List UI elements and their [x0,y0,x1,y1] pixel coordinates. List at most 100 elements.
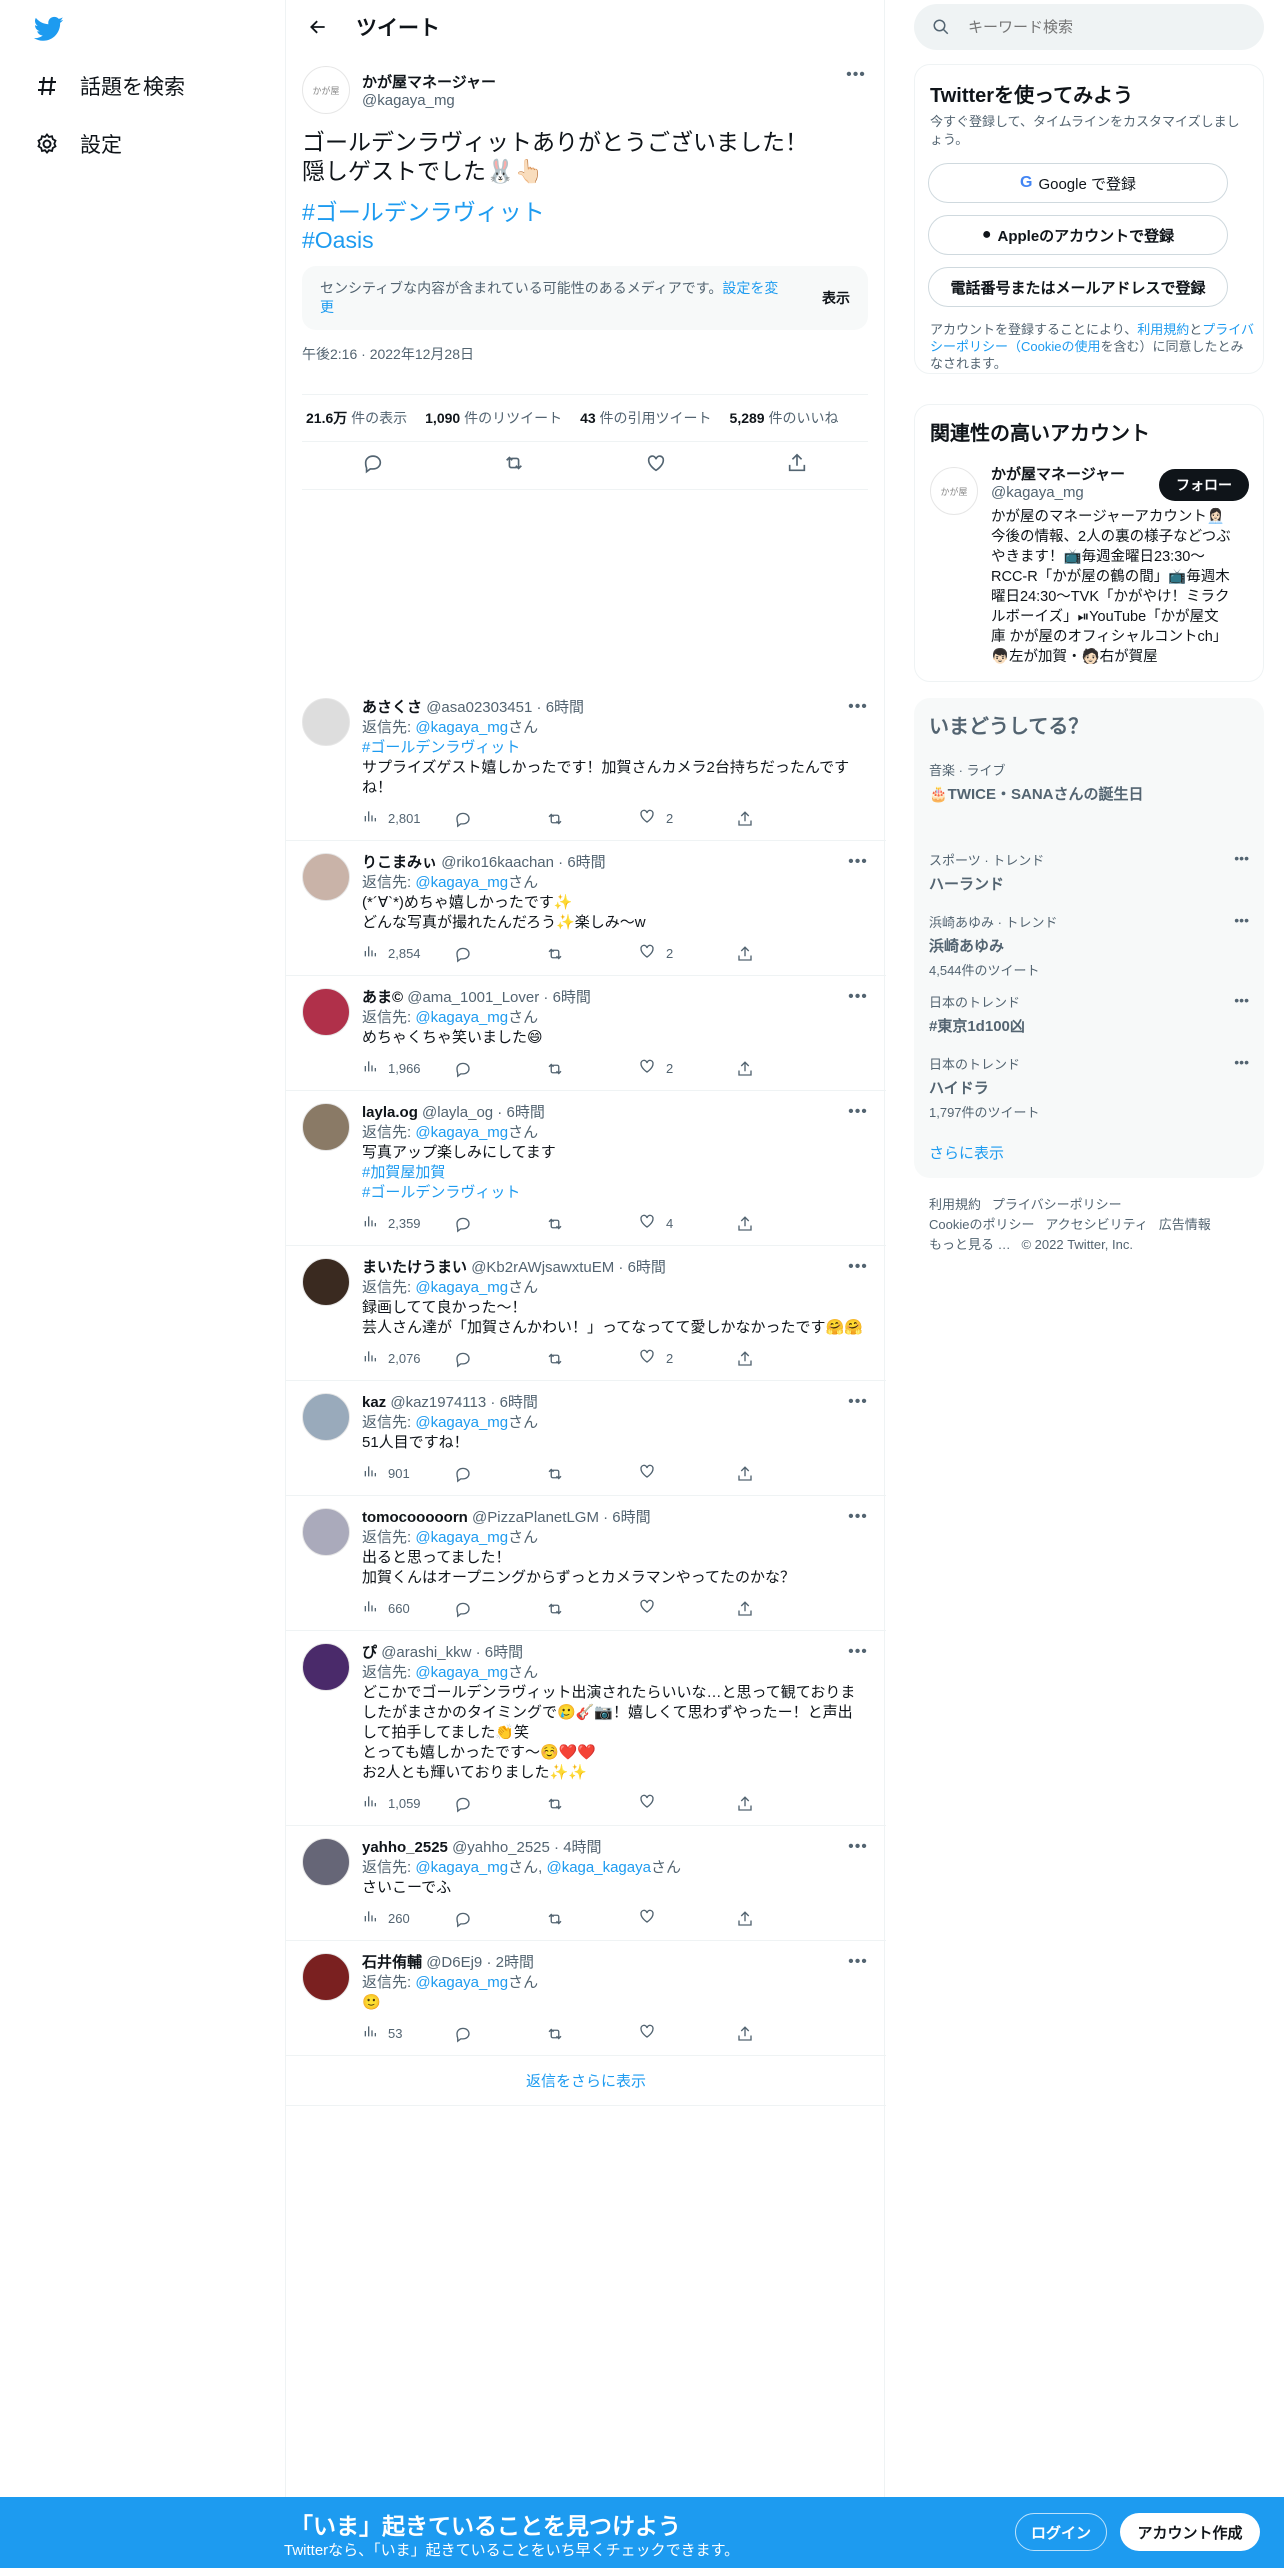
avatar[interactable] [302,1953,350,2001]
reply-time[interactable]: 4時間 [563,1839,601,1856]
trend-item[interactable]: 浜崎あゆみ · トレンド 浜崎あゆみ 4,544件のツイート ••• [929,912,1249,979]
reply-icon[interactable] [454,1060,546,1078]
like-button[interactable] [638,2022,736,2046]
footer-link[interactable]: もっと見る … [929,1237,1011,1252]
more-options-icon[interactable]: ••• [846,1393,870,1411]
like-button[interactable] [638,1907,736,1931]
reply-author-handle[interactable]: @riko16kaachan [441,854,554,871]
views-button[interactable]: 1,059 [362,1793,454,1815]
avatar[interactable] [302,988,350,1036]
related-name[interactable]: かが屋マネージャー [991,463,1125,484]
more-options-icon[interactable]: ••• [1234,992,1249,1008]
mention-link[interactable]: @kagaya_mg [415,1279,508,1296]
reply-time[interactable]: 2時間 [496,1954,534,1971]
reply-tweet[interactable]: あさくさ @asa02303451 · 6時間 ••• 返信先: @kagaya_m… [286,686,886,841]
views-button[interactable]: 2,359 [362,1213,454,1235]
like-button[interactable]: 2 [638,1057,736,1081]
reply-icon[interactable] [454,2025,546,2043]
mention-link[interactable]: @kagaya_mg [415,874,508,891]
search-box[interactable] [914,4,1264,50]
reply-author-handle[interactable]: @layla_og [422,1104,493,1121]
mention-link[interactable]: @kagaya_mg [415,1859,508,1876]
related-avatar[interactable]: かが屋 [930,467,978,515]
login-button[interactable]: ログイン [1015,2513,1107,2551]
like-button[interactable] [638,1462,736,1486]
more-options-icon[interactable]: ••• [844,66,868,84]
mention-link[interactable]: @kagaya_mg [415,1529,508,1546]
reply-author-handle[interactable]: @ama_1001_Lover [407,989,539,1006]
mention-link[interactable]: @kagaya_mg [415,1664,508,1681]
share-icon[interactable] [736,810,764,828]
trend-item[interactable]: スポーツ · トレンド ハーランド ••• [929,850,1249,894]
reply-tweet[interactable]: りこまみぃ @riko16kaachan · 6時間 ••• 返信先: @kagay… [286,841,886,976]
reply-tweet[interactable]: tomocooooorn @PizzaPlanetLGM · 6時間 ••• 返信先… [286,1496,886,1631]
more-options-icon[interactable]: ••• [846,1258,870,1276]
footer-link[interactable]: Cookieのポリシー [929,1217,1034,1232]
reply-author-handle[interactable]: @arashi_kkw [381,1644,471,1661]
retweet-icon[interactable] [546,1600,638,1618]
mention-link[interactable]: @kagaya_mg [415,719,508,736]
author-handle[interactable]: @kagaya_mg [362,92,496,109]
reply-time[interactable]: 6時間 [553,989,591,1006]
reply-icon[interactable] [362,452,384,479]
follow-button[interactable]: フォロー [1159,469,1249,501]
reply-time[interactable]: 6時間 [506,1104,544,1121]
reply-icon[interactable] [454,1910,546,1928]
reply-author-name[interactable]: yahho_2525 [362,1839,448,1856]
share-icon[interactable] [736,1350,764,1368]
related-handle[interactable]: @kagaya_mg [991,484,1125,501]
reply-icon[interactable] [454,1795,546,1813]
avatar[interactable] [302,698,350,746]
views-button[interactable]: 660 [362,1598,454,1620]
reply-author-name[interactable]: tomocooooorn [362,1509,468,1526]
avatar[interactable] [302,853,350,901]
avatar[interactable] [302,1508,350,1556]
google-signup-button[interactable]: G Google で登録 [928,163,1228,203]
retweet-icon[interactable] [546,2025,638,2043]
views-button[interactable]: 2,076 [362,1348,454,1370]
retweet-icon[interactable] [546,1465,638,1483]
retweet-icon[interactable] [546,810,638,828]
avatar[interactable] [302,1258,350,1306]
mention-link[interactable]: @kaga_kagaya [546,1859,650,1876]
avatar[interactable] [302,1643,350,1691]
share-icon[interactable] [736,1215,764,1233]
more-options-icon[interactable]: ••• [1234,850,1249,866]
reply-time[interactable]: 6時間 [628,1259,666,1276]
footer-link[interactable]: プライバシーポリシー [992,1197,1122,1212]
reply-tweet[interactable]: 石井侑輔 @D6Ej9 · 2時間 ••• 返信先: @kagaya_mgさん 🙂 53 [286,1941,886,2056]
reply-author-handle[interactable]: @asa02303451 [426,699,532,716]
more-options-icon[interactable]: ••• [846,1838,870,1856]
like-button[interactable]: 2 [638,1347,736,1371]
reply-tweet[interactable]: ぴ @arashi_kkw · 6時間 ••• 返信先: @kagaya_mgさんど… [286,1631,886,1826]
retweet-icon[interactable] [546,1060,638,1078]
views-button[interactable]: 260 [362,1908,454,1930]
retweet-icon[interactable] [546,1215,638,1233]
reply-time[interactable]: 6時間 [546,699,584,716]
share-icon[interactable] [736,945,764,963]
search-input[interactable] [968,18,1228,36]
more-options-icon[interactable]: ••• [846,853,870,871]
more-options-icon[interactable]: ••• [1234,912,1249,928]
quote-tweets-stat[interactable]: 43 件の引用ツイート [580,408,711,428]
avatar[interactable] [302,1393,350,1441]
reply-icon[interactable] [454,1350,546,1368]
views-button[interactable]: 53 [362,2023,454,2045]
apple-signup-button[interactable]: ● Appleのアカウントで登録 [928,215,1228,255]
more-options-icon[interactable]: ••• [1234,1054,1249,1070]
more-options-icon[interactable]: ••• [846,1953,870,1971]
like-button[interactable] [638,1597,736,1621]
views-button[interactable]: 1,966 [362,1058,454,1080]
avatar[interactable] [302,1838,350,1886]
like-button[interactable]: 2 [638,942,736,966]
reply-icon[interactable] [454,810,546,828]
share-icon[interactable] [736,1465,764,1483]
reply-author-name[interactable]: あま© [362,989,403,1006]
retweet-icon[interactable] [546,945,638,963]
show-media-button[interactable]: 表示 [822,289,850,308]
reply-author-handle[interactable]: @PizzaPlanetLGM [472,1509,599,1526]
more-options-icon[interactable]: ••• [846,1508,870,1526]
share-icon[interactable] [736,1795,764,1813]
reply-author-name[interactable]: kaz [362,1394,386,1411]
reply-tweet[interactable]: layla.og @layla_og · 6時間 ••• 返信先: @kagaya_… [286,1091,886,1246]
